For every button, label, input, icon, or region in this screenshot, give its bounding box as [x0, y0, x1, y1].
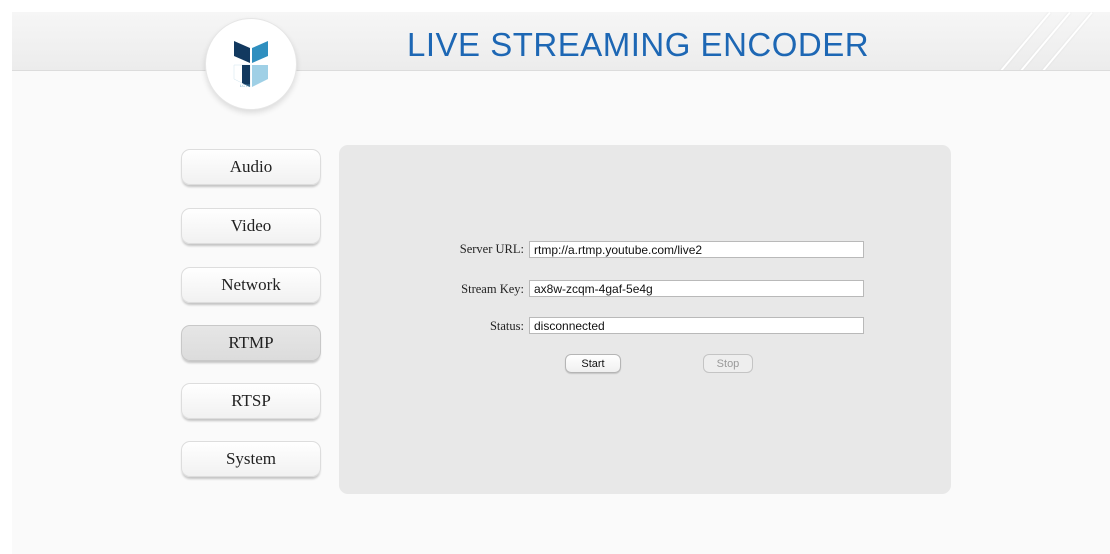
- nav-video-button[interactable]: Video: [181, 208, 321, 244]
- nav-audio-button[interactable]: Audio: [181, 149, 321, 185]
- stop-button[interactable]: Stop: [703, 354, 753, 373]
- page-title: LIVE STREAMING ENCODER: [407, 26, 870, 63]
- status-field[interactable]: [529, 317, 864, 334]
- encoder-logo-icon: [233, 41, 268, 88]
- logo: LCTR: [205, 18, 297, 110]
- start-button[interactable]: Start: [565, 354, 621, 373]
- header-decoration: [980, 12, 1110, 70]
- nav-rtsp-button[interactable]: RTSP: [181, 383, 321, 419]
- nav-network-button[interactable]: Network: [181, 267, 321, 303]
- rtmp-settings-panel: Server URL: Stream Key: Status: Start St…: [339, 145, 951, 494]
- status-label: Status:: [489, 319, 524, 333]
- stream-key-label: Stream Key:: [461, 282, 524, 296]
- nav-rtmp-button[interactable]: RTMP: [181, 325, 321, 361]
- nav-system-button[interactable]: System: [181, 441, 321, 477]
- page: LCTR LIVE STREAMING ENCODER Audio Video …: [12, 12, 1110, 554]
- logo-caption: LCTR: [240, 83, 251, 88]
- stream-key-input[interactable]: [529, 280, 864, 297]
- server-url-input[interactable]: [529, 241, 864, 258]
- server-url-label: Server URL:: [459, 242, 524, 256]
